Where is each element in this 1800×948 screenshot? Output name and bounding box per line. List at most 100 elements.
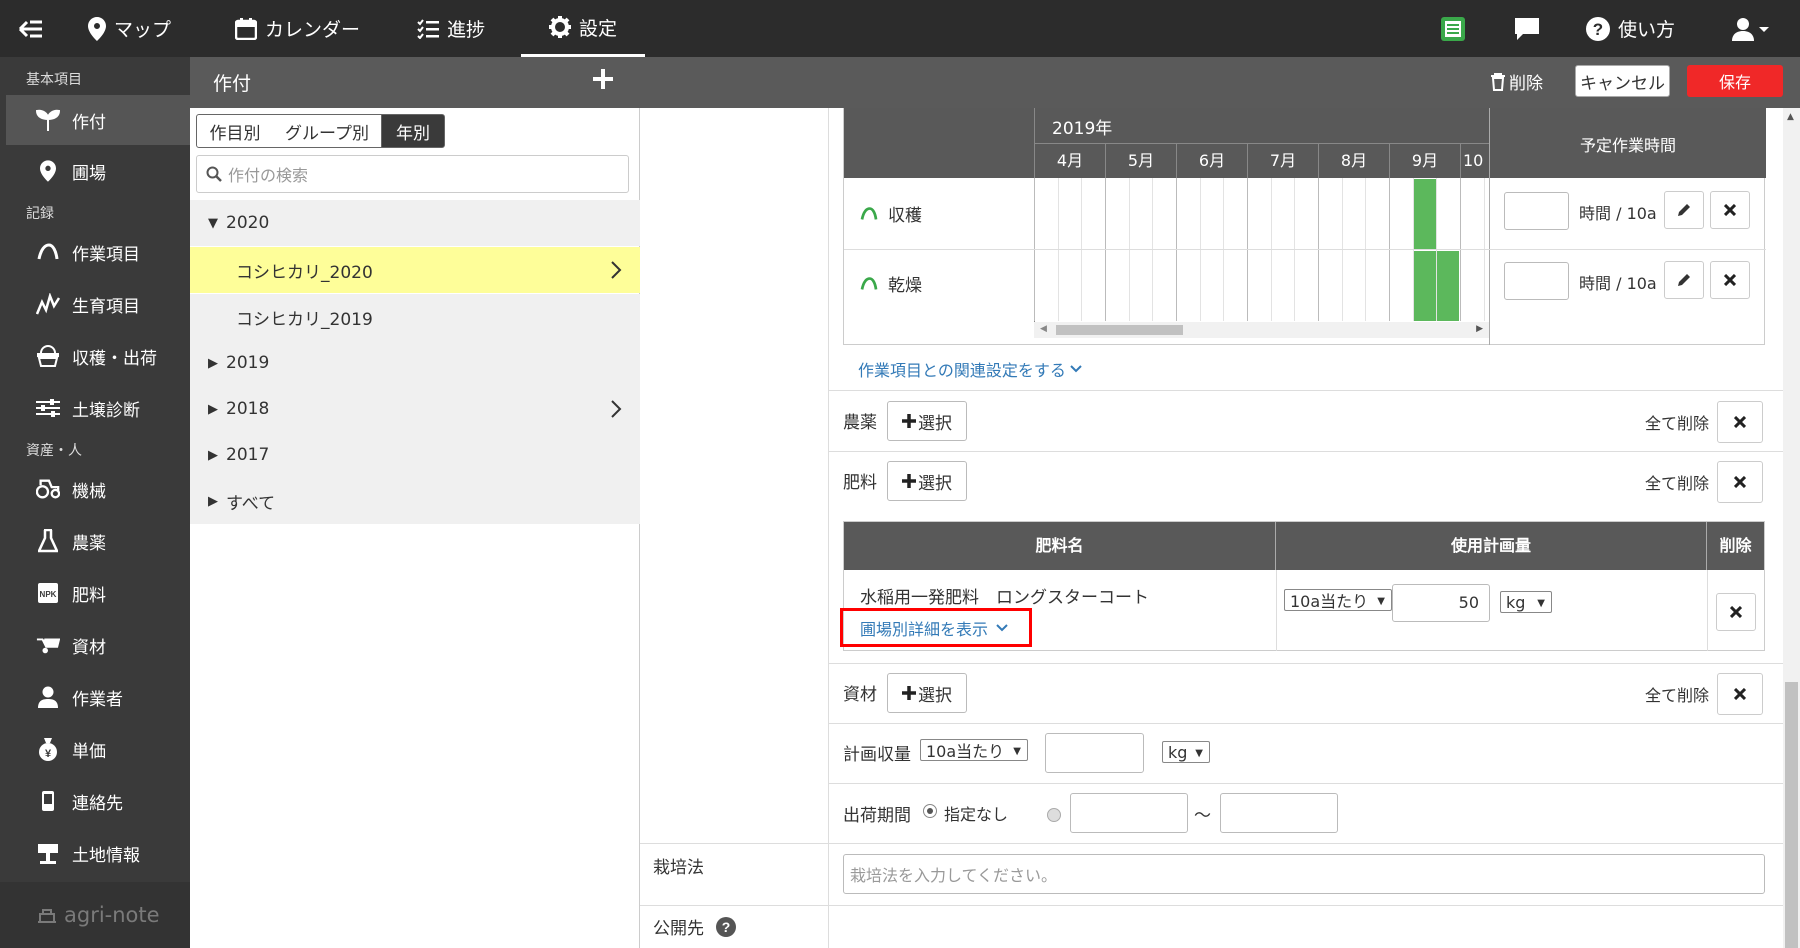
add-planting-icon[interactable] [592, 68, 614, 94]
shipping-none-radio[interactable] [923, 804, 937, 818]
fertilizer-item-remove-button[interactable] [1716, 593, 1756, 631]
remove-work-button[interactable] [1710, 261, 1750, 299]
checklist-icon [417, 18, 439, 39]
fertilizer-unit-select[interactable]: kg [1500, 591, 1552, 613]
sidebar-item-planting[interactable]: 作付 [6, 95, 190, 145]
year-group-2017[interactable]: ▶ 2017 [190, 432, 640, 478]
sidebar: 基本項目 作付 圃場 記録 作業項目 生育項目 収穫・出荷 土壌診断 資産・人 … [0, 57, 190, 948]
list-item-label: コシヒカリ_2020 [236, 262, 373, 283]
user-menu-icon[interactable] [1732, 0, 1778, 57]
tab-by-crop[interactable]: 作目別 [196, 114, 274, 148]
pesticide-clear-all[interactable]: 全て削除 [1645, 410, 1709, 434]
sidebar-item-label: 単価 [72, 741, 106, 762]
expand-down-icon: ▼ [208, 215, 218, 231]
tab-by-year[interactable]: 年別 [381, 114, 445, 148]
material-remove-button[interactable] [1717, 673, 1763, 715]
cultivation-input[interactable]: 栽培法を入力してください。 [843, 854, 1765, 894]
list-item[interactable]: コシヒカリ_2019 [190, 294, 640, 340]
nav-progress[interactable]: 進捗 [417, 0, 485, 57]
sidebar-item-field[interactable]: 圃場 [6, 146, 190, 196]
sidebar-item-worker[interactable]: 作業者 [6, 672, 190, 722]
year-label: すべて [226, 493, 276, 514]
row-divider [844, 249, 1766, 250]
sidebar-item-label: 生育項目 [72, 296, 140, 317]
year-group-2018[interactable]: ▶ 2018 [190, 386, 640, 432]
yield-unit-select[interactable]: kg [1162, 741, 1210, 763]
list-item-selected[interactable]: コシヒカリ_2020 [190, 247, 640, 293]
nav-settings[interactable]: 設定 [521, 0, 645, 57]
relation-settings-link[interactable]: 作業項目との関連設定をする [858, 357, 1082, 381]
edit-button[interactable] [1664, 191, 1704, 229]
material-clear-all[interactable]: 全て削除 [1645, 682, 1709, 706]
sidebar-item-harvest[interactable]: 収穫・出荷 [6, 331, 190, 381]
delete-button[interactable]: 削除 [1490, 69, 1543, 94]
svg-text:?: ? [1593, 20, 1603, 39]
fertilizer-amount-input[interactable]: 50 [1392, 584, 1490, 622]
save-button[interactable]: 保存 [1687, 65, 1783, 97]
chevron-right-icon [611, 400, 622, 418]
sidebar-item-pesticide[interactable]: 農薬 [6, 516, 190, 566]
gantt-scrollbar[interactable]: ◀ ▶ [1034, 322, 1489, 338]
year-group-2020[interactable]: ▼ 2020 [190, 200, 640, 246]
fertilizer-select-button[interactable]: 選択 [887, 461, 967, 501]
sidebar-item-work[interactable]: 作業項目 [6, 227, 190, 277]
pencil-icon [1678, 204, 1690, 216]
planned-time-input-harvest[interactable] [1504, 192, 1569, 230]
message-icon[interactable] [1515, 0, 1547, 57]
material-select-button[interactable]: 選択 [887, 673, 967, 713]
sprout-icon [36, 108, 60, 132]
publish-row: 公開先 ? [653, 914, 736, 939]
pesticide-select-button[interactable]: 選択 [887, 401, 967, 441]
yield-basis-select[interactable]: 10a当たり [920, 739, 1028, 761]
sidebar-item-growth[interactable]: 生育項目 [6, 279, 190, 329]
planned-yield-input[interactable] [1045, 733, 1144, 773]
sidebar-item-unit-price[interactable]: ¥ 単価 [6, 724, 190, 774]
scroll-left-icon[interactable]: ◀ [1040, 324, 1047, 334]
edit-button[interactable] [1664, 261, 1704, 299]
close-icon [1734, 476, 1746, 488]
scroll-up-icon[interactable]: ▲ [1787, 112, 1794, 122]
fertilizer-clear-all[interactable]: 全て削除 [1645, 470, 1709, 494]
shipping-start-input[interactable] [1070, 793, 1188, 833]
year-group-all[interactable]: ▶ すべて [190, 478, 640, 524]
sidebar-item-label: 連絡先 [72, 793, 123, 814]
pesticide-remove-button[interactable] [1717, 401, 1763, 443]
fertilizer-table: 肥料名 使用計画量 削除 水稲用一発肥料 ロングスターコート 圃場別詳細を表示 … [840, 521, 1765, 651]
scrollbar-thumb[interactable] [1785, 682, 1798, 948]
cancel-button[interactable]: キャンセル [1575, 65, 1670, 97]
phone-icon [36, 789, 60, 813]
sidebar-item-fertilizer[interactable]: NPK 肥料 [6, 568, 190, 618]
nav-map[interactable]: マップ [88, 0, 171, 57]
shipping-end-input[interactable] [1220, 793, 1338, 833]
plus-icon [902, 474, 916, 488]
year-group-2019[interactable]: ▶ 2019 [190, 340, 640, 386]
scroll-right-icon[interactable]: ▶ [1476, 324, 1483, 334]
field-detail-link[interactable]: 圃場別詳細を表示 [860, 616, 1008, 640]
help-circle-icon[interactable]: ? [716, 916, 736, 937]
nav-calendar[interactable]: カレンダー [235, 0, 360, 57]
cultivation-label: 栽培法 [653, 858, 704, 878]
planned-time-input-drying[interactable] [1504, 262, 1569, 300]
back-menu-icon[interactable] [18, 0, 52, 57]
sidebar-item-land[interactable]: 土地情報 [6, 828, 190, 878]
sidebar-item-soil[interactable]: 土壌診断 [6, 383, 190, 433]
planting-search-field[interactable]: 作付の検索 [196, 155, 629, 193]
sidebar-item-label: 圃場 [72, 163, 106, 184]
fertilizer-basis-select[interactable]: 10a当たり [1284, 589, 1392, 611]
shipping-range-radio[interactable] [1047, 808, 1061, 822]
nav-settings-label: 設定 [578, 17, 617, 40]
scrollbar-thumb[interactable] [1056, 325, 1183, 335]
sidebar-item-label: 土壌診断 [72, 400, 140, 421]
report-icon[interactable] [1440, 0, 1474, 57]
sidebar-item-material[interactable]: 資材 [6, 620, 190, 670]
main-scrollbar[interactable]: ▲ [1783, 108, 1800, 948]
remove-work-button[interactable] [1710, 191, 1750, 229]
sidebar-item-machine[interactable]: 機械 [6, 464, 190, 514]
tab-by-group[interactable]: グループ別 [273, 114, 382, 148]
fertilizer-remove-button[interactable] [1717, 461, 1763, 503]
planned-time-unit: 時間 / 10a [1579, 204, 1657, 223]
sidebar-item-label: 収穫・出荷 [72, 348, 157, 369]
nav-help[interactable]: ? 使い方 [1586, 0, 1675, 57]
expand-right-icon: ▶ [208, 401, 218, 417]
sidebar-item-contact[interactable]: 連絡先 [6, 776, 190, 826]
